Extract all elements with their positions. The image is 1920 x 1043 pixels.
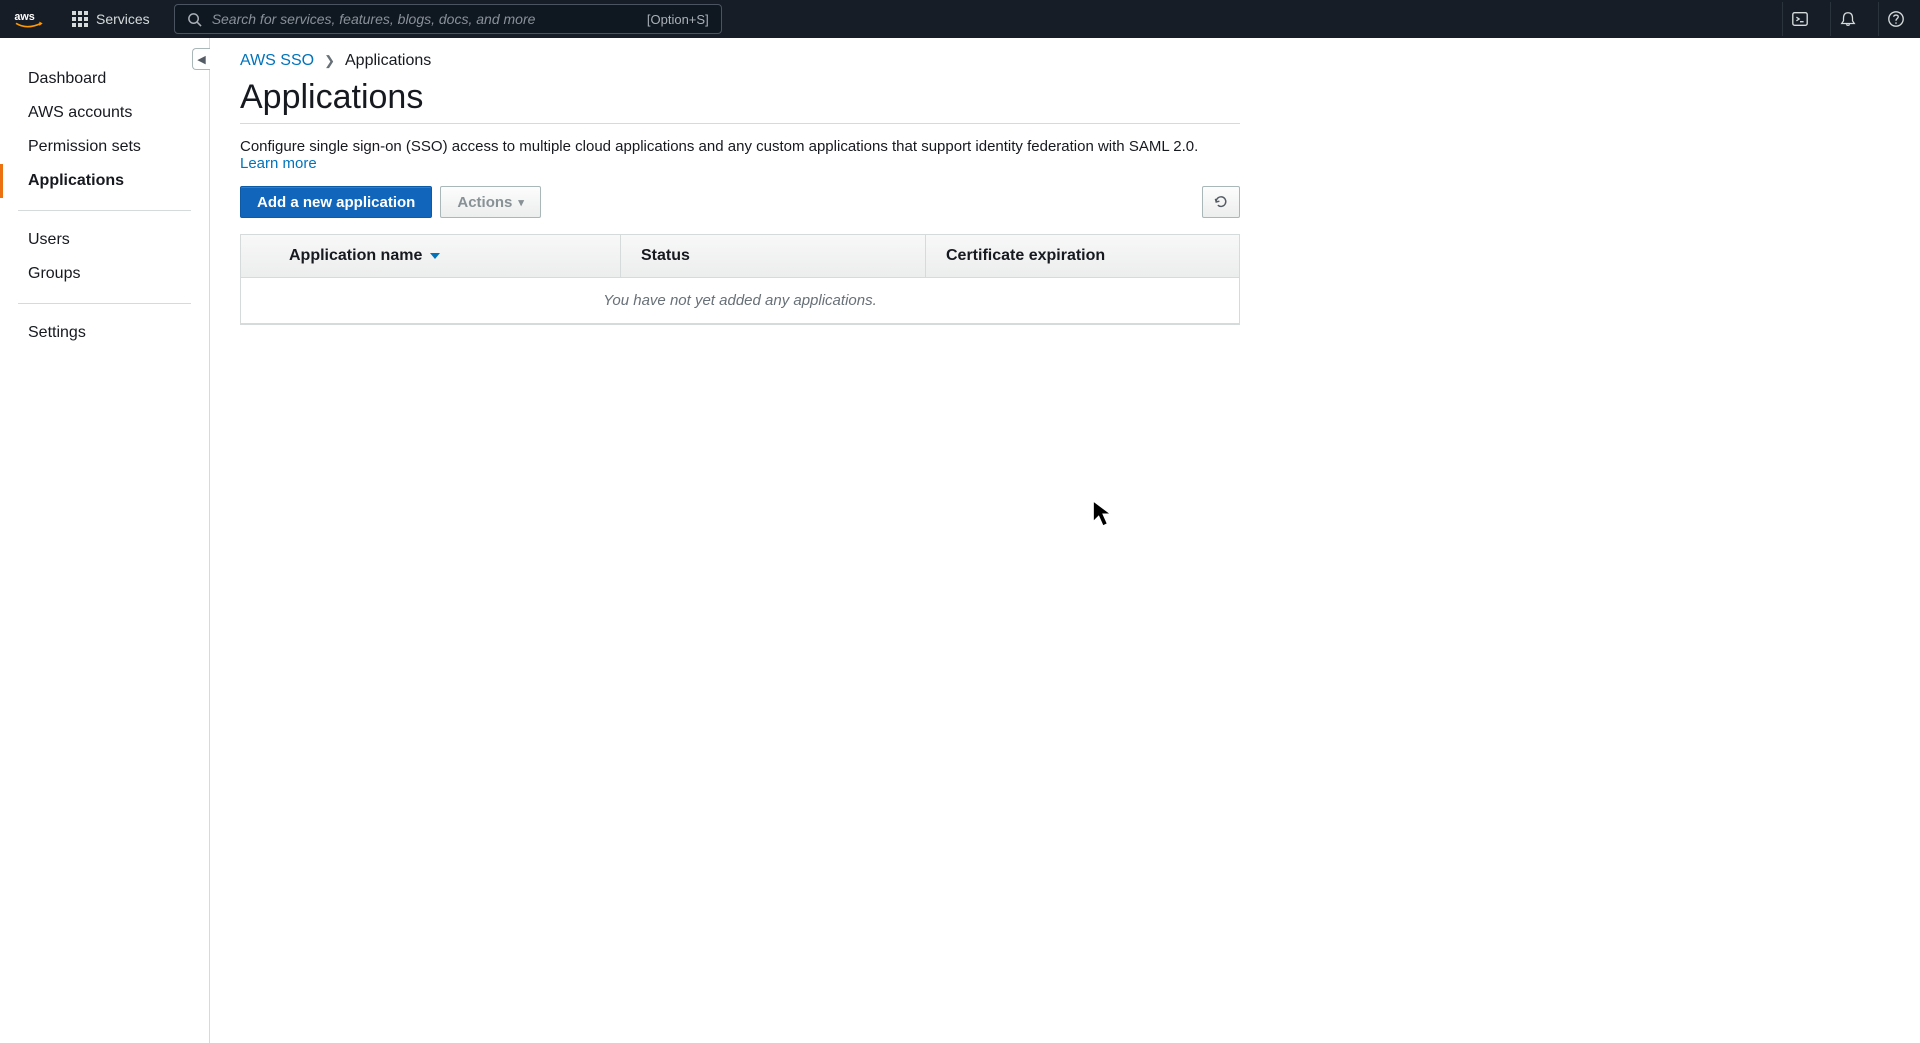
nav-divider [18, 303, 191, 304]
main-content: AWS SSO ❯ Applications Applications Conf… [210, 38, 1270, 1043]
search-input[interactable] [212, 11, 637, 27]
breadcrumb: AWS SSO ❯ Applications [240, 52, 1240, 70]
side-nav: ◀ Dashboard AWS accounts Permission sets… [0, 38, 210, 1043]
services-menu-button[interactable]: Services [62, 5, 160, 33]
column-header-expiration-label: Certificate expiration [946, 247, 1105, 265]
add-application-button[interactable]: Add a new application [240, 186, 432, 218]
refresh-icon [1213, 194, 1229, 210]
column-header-name[interactable]: Application name [241, 235, 621, 277]
actions-label: Actions [457, 194, 512, 211]
nav-item-applications[interactable]: Applications [0, 164, 209, 198]
grid-icon [72, 11, 88, 27]
search-shortcut-hint: [Option+S] [647, 12, 709, 27]
table-header-row: Application name Status Certificate expi… [241, 235, 1239, 278]
terminal-icon [1791, 10, 1809, 28]
page-description: Configure single sign-on (SSO) access to… [240, 138, 1240, 172]
table-empty-message: You have not yet added any applications. [241, 278, 1239, 324]
learn-more-link[interactable]: Learn more [240, 155, 317, 172]
svg-text:aws: aws [14, 11, 34, 23]
aws-logo[interactable]: aws [14, 10, 48, 30]
page-description-text: Configure single sign-on (SSO) access to… [240, 138, 1198, 155]
chevron-down-icon: ▾ [518, 196, 524, 209]
nav-item-groups[interactable]: Groups [0, 257, 209, 291]
sort-descending-icon [430, 253, 440, 259]
page-title: Applications [240, 78, 1240, 117]
bell-icon [1839, 10, 1857, 28]
search-icon [187, 12, 202, 27]
applications-table: Application name Status Certificate expi… [240, 234, 1240, 325]
column-header-status[interactable]: Status [621, 235, 926, 277]
help-icon [1887, 10, 1905, 28]
refresh-button[interactable] [1202, 186, 1240, 218]
actions-dropdown-button[interactable]: Actions ▾ [440, 186, 541, 218]
nav-item-users[interactable]: Users [0, 223, 209, 257]
notifications-button[interactable] [1830, 2, 1864, 36]
column-header-expiration[interactable]: Certificate expiration [926, 235, 1239, 277]
action-bar: Add a new application Actions ▾ [240, 186, 1240, 218]
column-header-status-label: Status [641, 247, 690, 265]
breadcrumb-current: Applications [345, 52, 431, 70]
sidebar-collapse-button[interactable]: ◀ [192, 48, 210, 70]
nav-item-dashboard[interactable]: Dashboard [0, 62, 209, 96]
nav-divider [18, 210, 191, 211]
nav-item-aws-accounts[interactable]: AWS accounts [0, 96, 209, 130]
cloudshell-button[interactable] [1782, 2, 1816, 36]
column-header-name-label: Application name [289, 247, 422, 265]
divider [240, 123, 1240, 124]
global-search[interactable]: [Option+S] [174, 4, 722, 34]
services-label: Services [96, 11, 150, 27]
global-nav: aws Services [Option+S] [0, 0, 1920, 38]
nav-item-settings[interactable]: Settings [0, 316, 209, 350]
breadcrumb-root[interactable]: AWS SSO [240, 52, 314, 70]
chevron-right-icon: ❯ [324, 53, 335, 69]
chevron-left-icon: ◀ [197, 53, 205, 66]
help-button[interactable] [1878, 2, 1912, 36]
nav-item-permission-sets[interactable]: Permission sets [0, 130, 209, 164]
